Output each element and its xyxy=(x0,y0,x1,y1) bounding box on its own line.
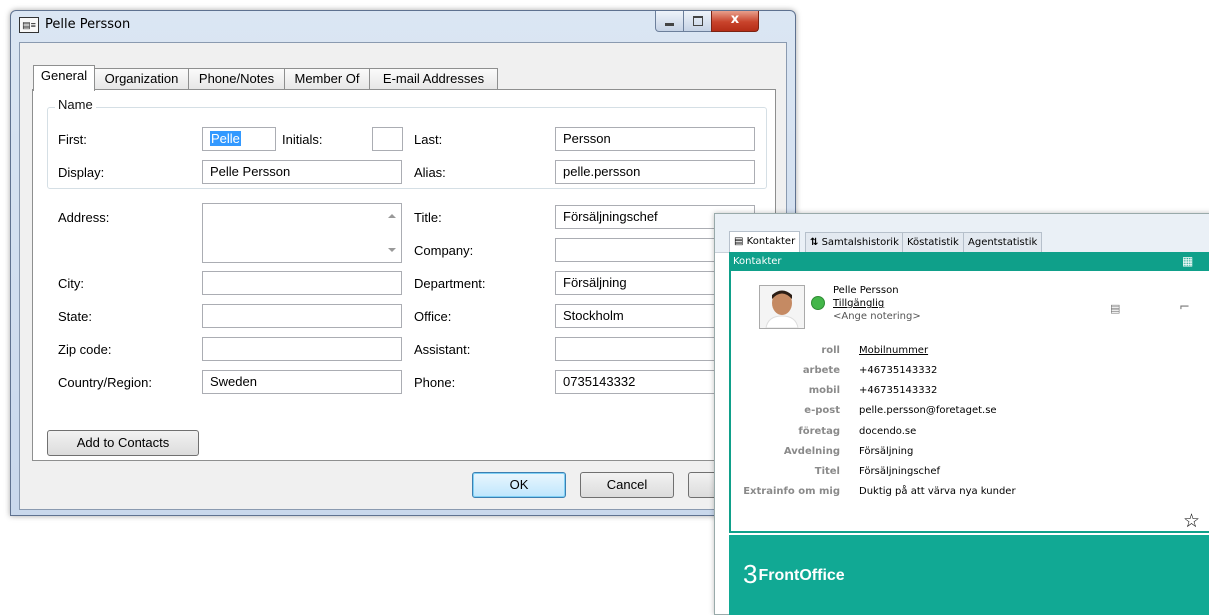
call-history-icon: ⇅ xyxy=(810,237,819,248)
minimize-button[interactable] xyxy=(655,11,684,32)
first-name-value: Pelle xyxy=(210,131,241,146)
tab-agentstatistik[interactable]: Agentstatistik xyxy=(963,232,1043,252)
phone-label: Phone: xyxy=(414,375,456,390)
last-name-field[interactable]: Persson xyxy=(555,127,755,151)
field-value-foretag: docendo.se xyxy=(859,426,917,437)
field-key-avdelning: Avdelning xyxy=(783,446,840,457)
address-textarea[interactable] xyxy=(202,203,402,263)
contact-name: Pelle Persson xyxy=(833,285,899,296)
last-label: Last: xyxy=(414,132,443,147)
close-button[interactable]: x xyxy=(711,11,759,32)
field-key-mobil: mobil xyxy=(808,385,840,396)
field-key-arbete: arbete xyxy=(802,365,840,376)
department-label: Department: xyxy=(414,276,486,291)
field-value-epost[interactable]: pelle.persson@foretaget.se xyxy=(859,405,997,416)
scroll-up-icon[interactable] xyxy=(388,214,396,218)
field-value-mobil[interactable]: +46735143332 xyxy=(859,385,937,396)
initials-field[interactable] xyxy=(372,127,403,151)
field-key-titel: Titel xyxy=(814,466,840,477)
person-photo xyxy=(760,286,804,328)
address-label: Address: xyxy=(58,210,110,225)
contact-properties-dialog: ▤≡ Pelle Persson x General Organization … xyxy=(10,10,796,516)
state-field[interactable] xyxy=(202,304,402,328)
field-value-arbete[interactable]: +46735143332 xyxy=(859,365,937,376)
brand-name: FrontOffice xyxy=(758,567,845,584)
display-label: Display: xyxy=(58,165,105,180)
tab-general[interactable]: General xyxy=(33,65,95,91)
name-group-label: Name xyxy=(55,97,96,112)
frontoffice-footer: 3FrontOffice xyxy=(729,535,1209,615)
presence-status-link[interactable]: Tillgänglig xyxy=(833,298,884,309)
dialog-titlebar: ▤≡ Pelle Persson x xyxy=(11,11,795,41)
field-value-roll[interactable]: Mobilnummer xyxy=(859,345,928,356)
presence-status-icon xyxy=(811,296,825,310)
ok-button[interactable]: OK xyxy=(472,472,566,498)
assistant-label: Assistant: xyxy=(414,342,471,357)
tab-organization[interactable]: Organization xyxy=(94,68,189,90)
scroll-down-icon[interactable] xyxy=(388,248,396,252)
tab-kostatistik[interactable]: Köstatistik xyxy=(902,232,964,252)
title-label: Title: xyxy=(414,210,442,225)
field-key-epost: e-post xyxy=(804,405,840,416)
alias-field[interactable]: pelle.persson xyxy=(555,160,755,184)
state-label: State: xyxy=(58,309,92,324)
office-label: Office: xyxy=(414,309,452,324)
notes-icon[interactable]: ▦ xyxy=(1182,252,1193,271)
address-scrollbar[interactable] xyxy=(384,204,401,262)
field-value-avdelning: Försäljning xyxy=(859,446,914,457)
tab-phone-notes[interactable]: Phone/Notes xyxy=(188,68,285,90)
three-logo-mark: 3 xyxy=(743,559,758,589)
tab-kontakter[interactable]: ▤ Kontakter xyxy=(729,231,801,253)
general-tab-panel: Name First: Pelle Initials: Last: Persso… xyxy=(32,89,776,461)
contact-card-icon: ▤ xyxy=(734,236,744,247)
minimize-icon xyxy=(665,23,674,26)
avatar xyxy=(759,285,805,329)
cancel-button[interactable]: Cancel xyxy=(580,472,674,498)
maximize-icon xyxy=(693,16,703,26)
dialog-client-area: General Organization Phone/Notes Member … xyxy=(19,42,787,510)
tab-member-of[interactable]: Member Of xyxy=(284,68,370,90)
frontoffice-tabbar: ▤ Kontakter ⇅ Samtalshistorik Köstatisti… xyxy=(715,214,1209,253)
display-name-field[interactable]: Pelle Persson xyxy=(202,160,402,184)
kontakter-header: Kontakter ▦ xyxy=(729,252,1209,271)
first-name-field[interactable]: Pelle xyxy=(202,127,276,151)
phone-call-icon[interactable]: ⌐ xyxy=(1179,300,1190,315)
city-field[interactable] xyxy=(202,271,402,295)
note-icon[interactable]: ▤ xyxy=(1110,302,1120,315)
field-key-roll: roll xyxy=(821,345,840,356)
zip-code-label: Zip code: xyxy=(58,342,112,357)
country-region-field[interactable]: Sweden xyxy=(202,370,402,394)
city-label: City: xyxy=(58,276,84,291)
company-label: Company: xyxy=(414,243,474,258)
note-placeholder[interactable]: <Ange notering> xyxy=(833,311,921,322)
tab-kontakter-label: Kontakter xyxy=(746,236,796,247)
tab-samtalshistorik[interactable]: ⇅ Samtalshistorik xyxy=(805,232,904,252)
initials-label: Initials: xyxy=(282,132,323,147)
kontakter-header-title: Kontakter xyxy=(733,256,782,267)
frontoffice-panel: ▤ Kontakter ⇅ Samtalshistorik Köstatisti… xyxy=(714,213,1209,615)
contact-card-icon: ▤≡ xyxy=(19,17,39,33)
tab-samtalshistorik-label: Samtalshistorik xyxy=(821,237,899,248)
country-region-label: Country/Region: xyxy=(58,375,152,390)
first-label: First: xyxy=(58,132,87,147)
maximize-button[interactable] xyxy=(683,11,712,32)
field-key-extrainfo: Extrainfo om mig xyxy=(743,486,840,497)
frontoffice-logo: 3FrontOffice xyxy=(743,559,845,590)
field-value-titel: Försäljningschef xyxy=(859,466,941,477)
tab-email-addresses[interactable]: E-mail Addresses xyxy=(369,68,498,90)
add-to-contacts-button[interactable]: Add to Contacts xyxy=(47,430,199,456)
favorite-star-icon[interactable]: ☆ xyxy=(1183,510,1200,532)
field-value-extrainfo: Duktig på att värva nya kunder xyxy=(859,486,1016,497)
field-key-foretag: företag xyxy=(798,426,840,437)
dialog-title: Pelle Persson xyxy=(45,17,131,32)
zip-code-field[interactable] xyxy=(202,337,402,361)
alias-label: Alias: xyxy=(414,165,446,180)
